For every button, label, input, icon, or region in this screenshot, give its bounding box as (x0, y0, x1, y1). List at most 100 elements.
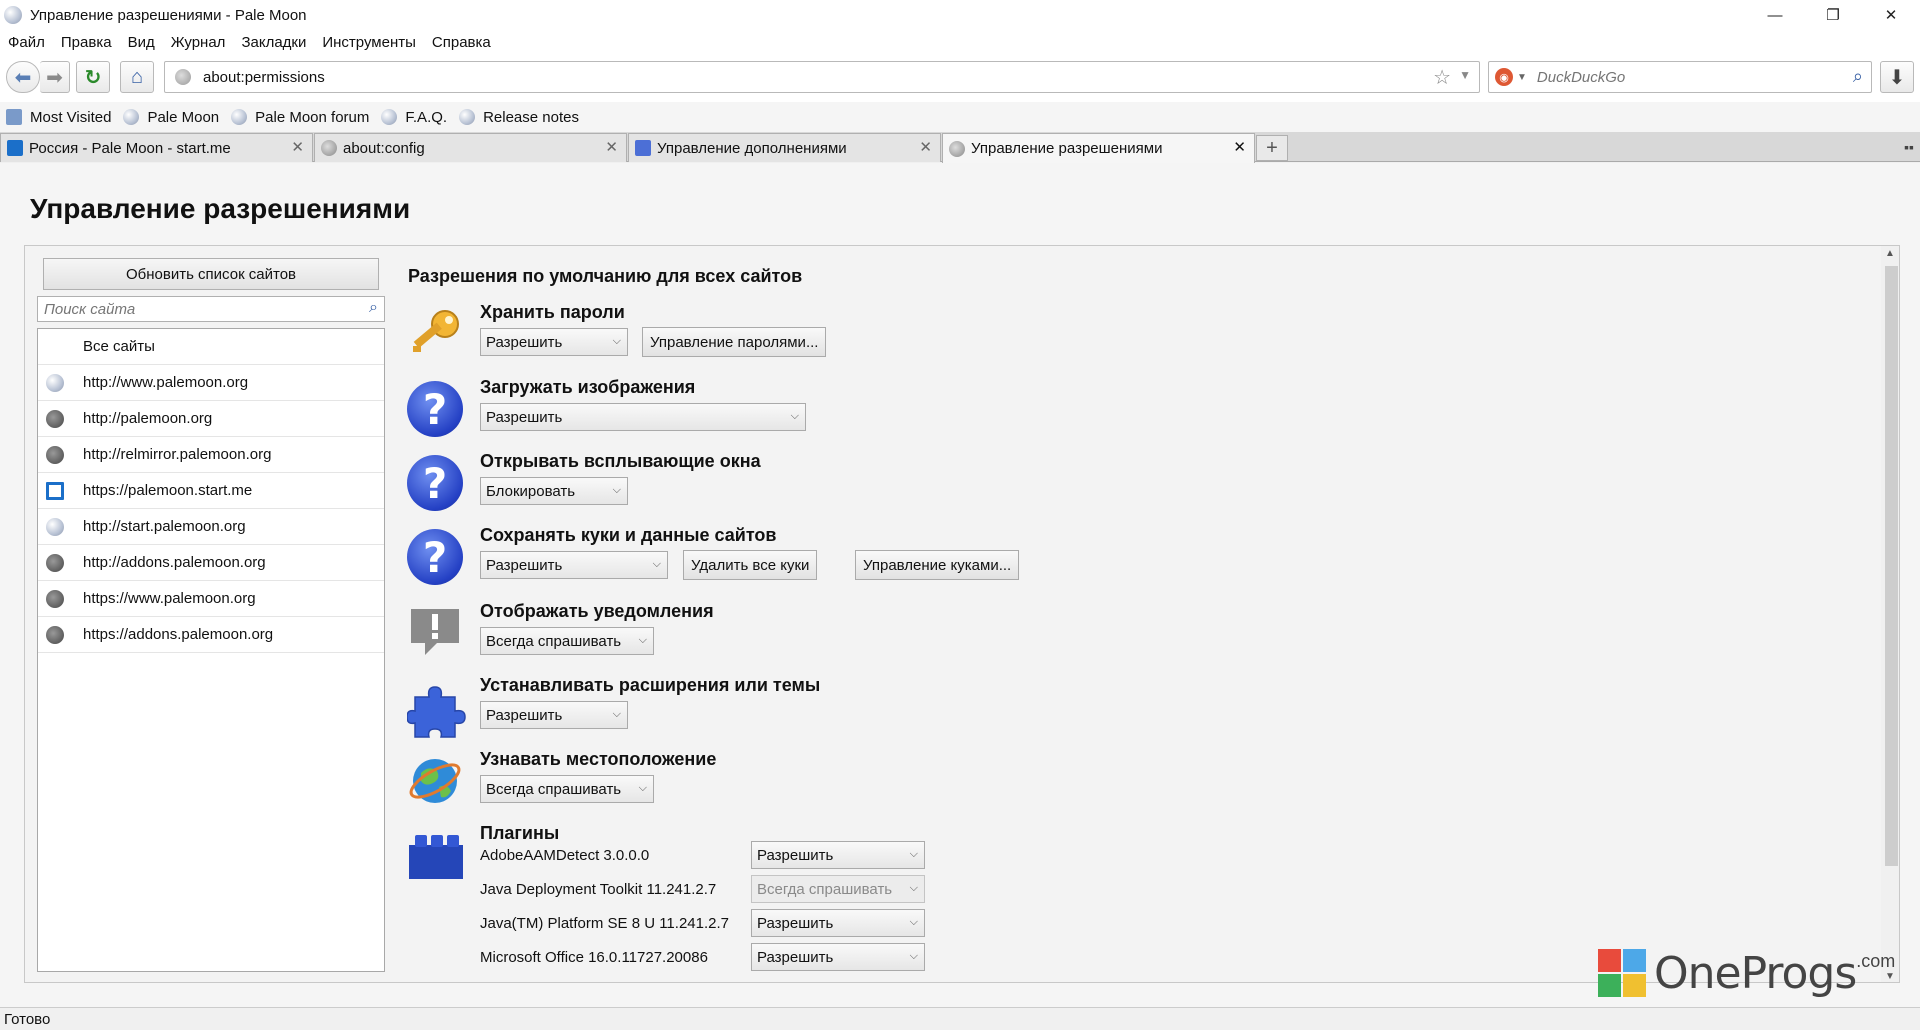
search-bar[interactable]: ◉ ▼ ⌕ (1488, 61, 1872, 93)
home-icon: ⌂ (130, 65, 144, 88)
scrollbar[interactable]: ▲ ▼ (1881, 246, 1899, 982)
duckduckgo-icon[interactable]: ◉ (1495, 68, 1513, 86)
list-item[interactable]: https://palemoon.start.me (38, 473, 384, 509)
menu-history[interactable]: Журнал (163, 34, 234, 51)
question-icon: ? (407, 455, 463, 511)
select-value: Всегда спрашивать (757, 880, 893, 898)
images-select[interactable]: Разрешить ⌵ (480, 403, 806, 431)
navigation-bar: ⬅ ➡ ↻ ⌂ about:permissions ☆ ▼ ◉ ▼ ⌕ ⬇ (0, 54, 1920, 102)
menu-edit[interactable]: Правка (53, 34, 120, 51)
close-button[interactable]: ✕ (1862, 0, 1920, 30)
bookmark-release-notes[interactable]: Release notes (459, 109, 579, 126)
chevron-down-icon: ⌵ (909, 848, 918, 860)
refresh-sites-button[interactable]: Обновить список сайтов (43, 258, 379, 290)
url-bar[interactable]: about:permissions ☆ ▼ (164, 61, 1480, 93)
menu-bookmarks[interactable]: Закладки (233, 34, 314, 51)
window-controls: — ❐ ✕ (1746, 0, 1920, 30)
bookmark-pale-moon-forum[interactable]: Pale Moon forum (231, 109, 369, 126)
search-icon[interactable]: ⌕ (1853, 66, 1863, 87)
back-button[interactable]: ⬅ (6, 61, 40, 93)
site-label: Все сайты (83, 338, 155, 355)
permission-plugins: Плагины AdobeAAMDetect 3.0.0.0 Разрешить… (405, 823, 1505, 982)
list-item[interactable]: http://addons.palemoon.org (38, 545, 384, 581)
menu-file[interactable]: Файл (0, 34, 53, 51)
pale-moon-icon (4, 6, 22, 24)
passwords-select[interactable]: Разрешить ⌵ (480, 328, 628, 356)
bookmark-label: Pale Moon (147, 108, 220, 126)
tab-about-config[interactable]: about:config ✕ (314, 133, 627, 162)
downloads-button[interactable]: ⬇ (1880, 61, 1914, 93)
home-button[interactable]: ⌂ (120, 61, 154, 93)
cookies-select[interactable]: Разрешить ⌵ (480, 551, 668, 579)
scroll-thumb[interactable] (1885, 266, 1898, 866)
tab-bar: Россия - Pale Moon - start.me ✕ about:co… (0, 132, 1920, 163)
manage-cookies-button[interactable]: Управление куками... (855, 550, 1020, 580)
pale-moon-icon (123, 109, 140, 125)
select-value: Блокировать (486, 482, 576, 500)
geolocation-select[interactable]: Всегда спрашивать ⌵ (480, 775, 654, 803)
tab-list-button[interactable]: ▪▪ (1904, 139, 1914, 155)
site-identity-icon[interactable] (175, 69, 191, 85)
tab-close-icon[interactable]: ✕ (919, 138, 932, 156)
permission-title: Открывать всплывающие окна (480, 451, 761, 471)
delete-all-cookies-button[interactable]: Удалить все куки (683, 550, 818, 580)
notifications-select[interactable]: Всегда спрашивать ⌵ (480, 627, 654, 655)
list-item[interactable]: https://addons.palemoon.org (38, 617, 384, 653)
plugin-select[interactable]: Всегда спрашивать ⌵ (751, 875, 925, 903)
search-icon[interactable]: ⌕ (369, 299, 378, 317)
list-item[interactable]: http://www.palemoon.org (38, 365, 384, 401)
permission-title: Узнавать местоположение (480, 749, 717, 769)
site-search-input[interactable] (38, 297, 348, 321)
permission-title: Отображать уведомления (480, 601, 714, 621)
list-item[interactable]: http://relmirror.palemoon.org (38, 437, 384, 473)
menu-tools[interactable]: Инструменты (314, 34, 424, 51)
tab-close-icon[interactable]: ✕ (605, 138, 618, 156)
list-item-all-sites[interactable]: Все сайты (38, 329, 384, 365)
search-engine-dropdown-icon[interactable]: ▼ (1517, 72, 1527, 83)
install-select[interactable]: Разрешить ⌵ (480, 701, 628, 729)
popups-select[interactable]: Блокировать ⌵ (480, 477, 628, 505)
puzzle-icon (406, 679, 466, 738)
forward-button[interactable]: ➡ (40, 61, 70, 93)
grid-icon: ▪▪ (1904, 139, 1914, 155)
plugin-select[interactable]: Разрешить ⌵ (751, 943, 925, 971)
tab-addons[interactable]: Управление дополнениями ✕ (628, 133, 941, 162)
site-label: https://www.palemoon.org (83, 590, 256, 607)
bookmark-label: Release notes (483, 108, 579, 126)
bookmark-most-visited[interactable]: Most Visited (6, 109, 111, 126)
page-content: Управление разрешениями Обновить список … (0, 163, 1920, 1007)
plugin-select[interactable]: Разрешить ⌵ (751, 909, 925, 937)
bookmark-pale-moon[interactable]: Pale Moon (123, 109, 219, 126)
chevron-down-icon: ⌵ (909, 882, 918, 894)
search-input[interactable] (1536, 68, 1837, 86)
tab-start-me[interactable]: Россия - Pale Moon - start.me ✕ (0, 133, 313, 162)
manage-passwords-button[interactable]: Управление паролями... (642, 327, 827, 357)
site-label: https://palemoon.start.me (83, 482, 253, 499)
download-arrow-icon: ⬇ (1888, 66, 1906, 89)
bookmark-faq[interactable]: F.A.Q. (381, 109, 447, 126)
reload-button[interactable]: ↻ (76, 61, 110, 93)
new-tab-button[interactable]: + (1256, 135, 1288, 161)
url-text[interactable]: about:permissions (203, 69, 325, 86)
tab-permissions[interactable]: Управление разрешениями ✕ (942, 133, 1255, 163)
status-bar: Готово (0, 1007, 1920, 1030)
site-label: http://palemoon.org (83, 410, 213, 427)
menu-view[interactable]: Вид (120, 34, 163, 51)
minimize-button[interactable]: — (1746, 0, 1804, 30)
scroll-up-icon[interactable]: ▲ (1885, 248, 1895, 259)
permission-install: Устанавливать расширения или темы Разреш… (405, 675, 1505, 745)
bookmark-star-icon[interactable]: ☆ (1433, 65, 1451, 90)
tab-close-icon[interactable]: ✕ (1233, 138, 1246, 156)
list-item[interactable]: http://start.palemoon.org (38, 509, 384, 545)
bookmark-label: Pale Moon forum (255, 108, 370, 126)
menu-help[interactable]: Справка (424, 34, 499, 51)
sites-panel: Обновить список сайтов ⌕ Все сайты http:… (25, 246, 405, 982)
list-item[interactable]: https://www.palemoon.org (38, 581, 384, 617)
plugin-select[interactable]: Разрешить ⌵ (751, 841, 925, 869)
url-dropdown-icon[interactable]: ▼ (1459, 68, 1471, 82)
bookmark-label: Most Visited (30, 108, 112, 126)
permission-popups: ? Открывать всплывающие окна Блокировать… (405, 451, 1505, 521)
list-item[interactable]: http://palemoon.org (38, 401, 384, 437)
tab-close-icon[interactable]: ✕ (291, 138, 304, 156)
restore-button[interactable]: ❐ (1804, 0, 1862, 30)
